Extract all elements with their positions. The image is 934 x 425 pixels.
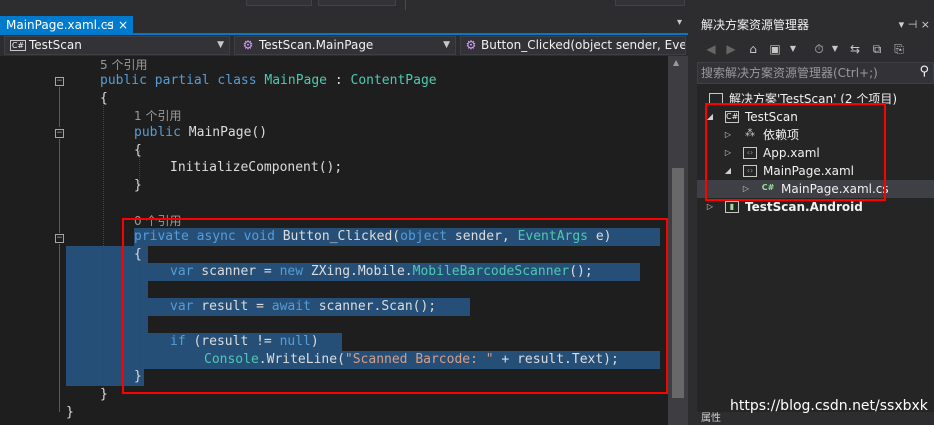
class-icon: ⚙: [242, 38, 254, 52]
collapse-all-icon[interactable]: ⧉: [869, 41, 885, 57]
annotation-highlight-box: [122, 218, 668, 394]
codelens-references[interactable]: 1 个引用: [134, 108, 181, 124]
tab-mainpage-xaml-cs[interactable]: MainPage.xaml.cs ⊣ ×: [0, 16, 133, 35]
android-project-icon: ▮: [725, 201, 739, 213]
indent-guide: [103, 100, 104, 396]
class-dropdown[interactable]: ⚙ TestScan.MainPage ▼: [234, 36, 456, 55]
pending-changes-icon[interactable]: ⏱: [811, 41, 827, 57]
solution-explorer-panel: 解决方案资源管理器 ▾ ⊣ × ◀ ▶ ⌂ ▣ ▼ ⏱ ▼ ⇆ ⧉ ⎘ ⚲ 解决…: [697, 14, 934, 425]
codelens-references[interactable]: 5 个引用: [100, 57, 147, 73]
scrollbar-thumb[interactable]: [672, 168, 684, 398]
sync-icon[interactable]: ⇆: [847, 41, 863, 57]
toolbar-separator: [405, 0, 406, 10]
tab-title: MainPage.xaml.cs: [6, 18, 114, 32]
editor-line-margin: [0, 56, 52, 425]
switch-views-icon[interactable]: ▣: [767, 41, 783, 57]
chevron-down-icon[interactable]: ▼: [827, 41, 843, 57]
member-dropdown-label: Button_Clicked(object sender, EventArgs …: [481, 38, 686, 52]
close-icon[interactable]: ×: [118, 16, 128, 35]
panel-splitter[interactable]: [688, 14, 697, 425]
home-icon[interactable]: ⌂: [745, 41, 761, 57]
code-line-ctor: public MainPage(): [134, 125, 268, 140]
navigation-bar: C# TestScan ▼ ⚙ TestScan.MainPage ▼ ⚙ Bu…: [0, 35, 688, 56]
solution-explorer-toolbar: ◀ ▶ ⌂ ▣ ▼ ⏱ ▼ ⇆ ⧉ ⎘: [697, 36, 934, 62]
watermark-text: https://blog.csdn.net/ssxbxk: [730, 398, 928, 414]
code-line-brace: }: [134, 178, 142, 193]
fold-toggle[interactable]: −: [55, 234, 64, 243]
scroll-up-icon[interactable]: ▲: [673, 58, 679, 67]
forward-icon[interactable]: ▶: [723, 41, 739, 57]
pin-icon[interactable]: ⊣: [104, 16, 114, 35]
search-input[interactable]: [701, 65, 906, 81]
chevron-down-icon: ▼: [443, 40, 450, 50]
code-line-brace: {: [134, 143, 142, 158]
fold-line: [59, 87, 60, 127]
method-icon: ⚙: [465, 38, 477, 52]
properties-label: 属性: [701, 413, 721, 424]
fold-toggle[interactable]: −: [55, 77, 64, 86]
show-all-files-icon[interactable]: ⎘: [891, 41, 907, 57]
search-icon[interactable]: ⚲: [919, 64, 929, 79]
editor-tab-strip: MainPage.xaml.cs ⊣ × ▾: [0, 14, 688, 35]
project-dropdown-label: TestScan: [29, 38, 82, 52]
chevron-down-icon: ▼: [217, 40, 224, 50]
annotation-highlight-box: [705, 103, 886, 201]
top-toolbar: [0, 0, 934, 14]
panel-window-controls[interactable]: ▾ ⊣ ×: [899, 14, 930, 36]
solution-explorer-title: 解决方案资源管理器 ▾ ⊣ ×: [697, 14, 934, 36]
solution-explorer-search[interactable]: ⚲: [697, 62, 934, 84]
editor-vertical-scrollbar[interactable]: ▲: [668, 56, 688, 425]
toolbar-platform-combo[interactable]: [318, 0, 396, 6]
class-dropdown-label: TestScan.MainPage: [259, 38, 374, 52]
project-dropdown[interactable]: C# TestScan ▼: [4, 36, 230, 55]
csharp-project-icon: C#: [10, 40, 26, 51]
tab-list-dropdown-icon[interactable]: ▾: [677, 17, 682, 28]
code-line-class-decl: public partial class MainPage : ContentP…: [100, 73, 437, 88]
code-line-brace: }: [66, 405, 74, 420]
panel-title: 解决方案资源管理器: [701, 18, 810, 32]
code-line-brace: }: [100, 387, 108, 402]
back-icon[interactable]: ◀: [703, 41, 719, 57]
toolbar-config-combo[interactable]: [246, 0, 312, 6]
fold-toggle[interactable]: −: [55, 129, 64, 138]
code-line-init: InitializeComponent();: [170, 160, 343, 175]
fold-line: [59, 139, 60, 233]
toolbar-device-combo[interactable]: [615, 0, 685, 6]
fold-line: [59, 244, 60, 412]
chevron-down-icon[interactable]: ▼: [785, 41, 801, 57]
member-dropdown[interactable]: ⚙ Button_Clicked(object sender, EventArg…: [460, 36, 686, 55]
solution-tree: 解决方案'TestScan' (2 个项目) ◢ C# TestScan ▷ ⁂…: [697, 86, 934, 406]
code-line-brace: {: [100, 91, 108, 106]
code-editor[interactable]: − − − 5 个引用 public partial class MainPag…: [0, 56, 688, 425]
